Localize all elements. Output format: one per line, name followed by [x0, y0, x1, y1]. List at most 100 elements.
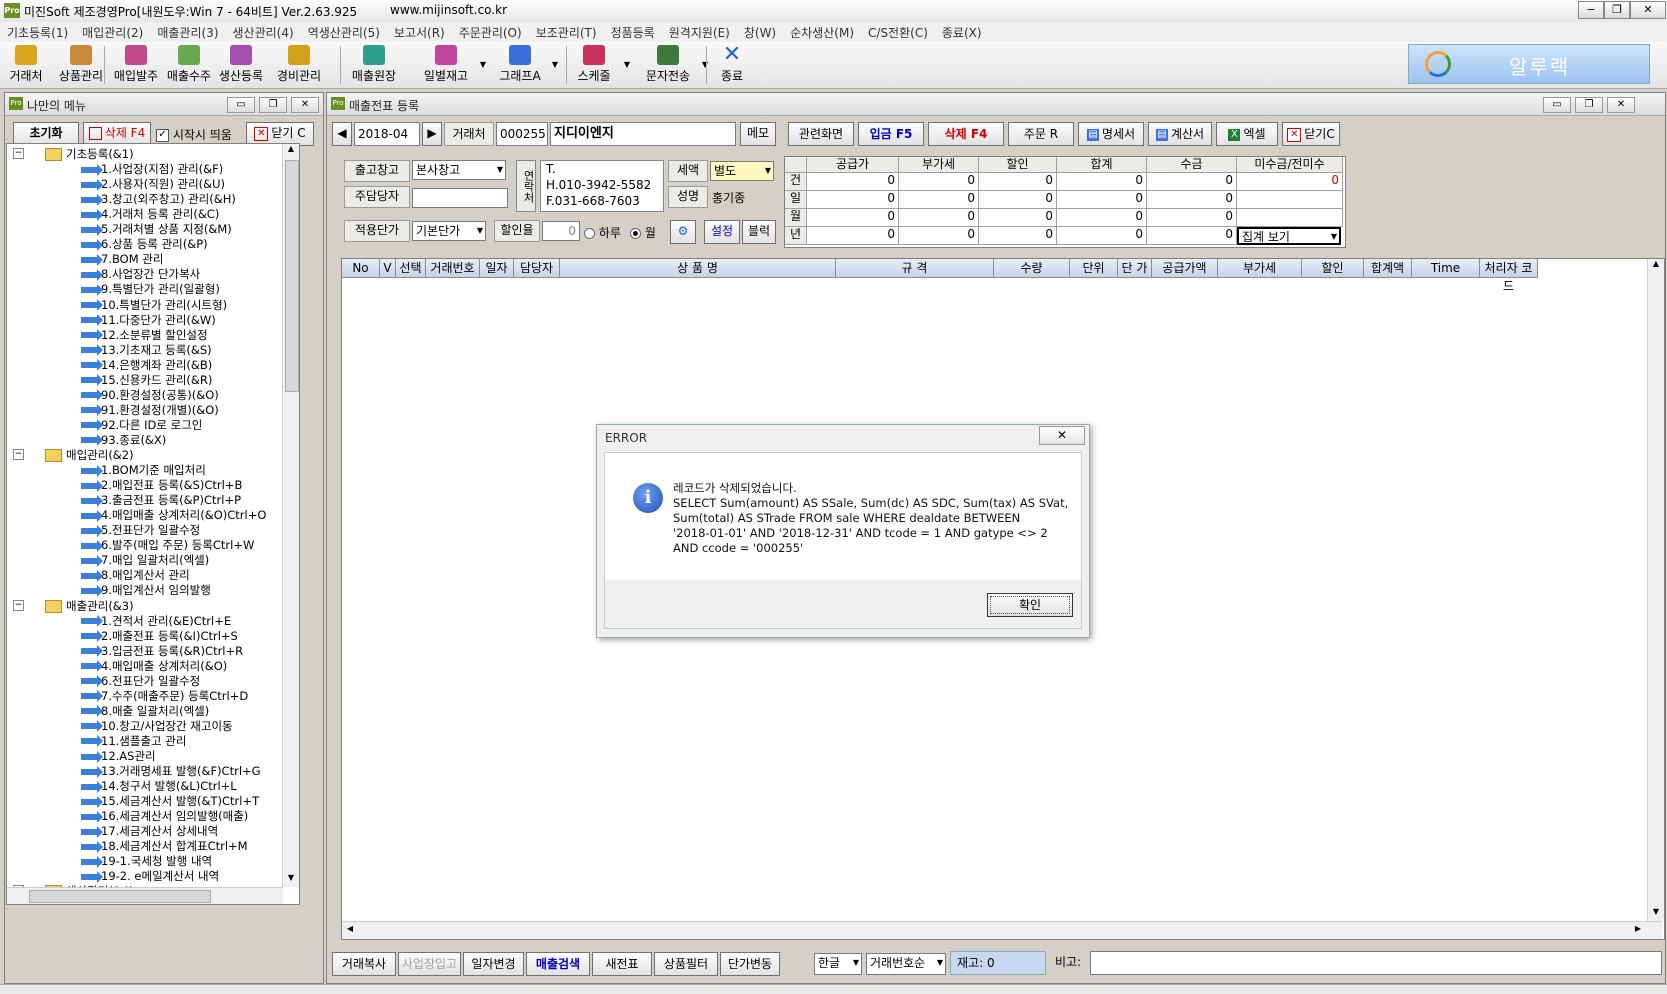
grid-scroll-right-icon[interactable]: ▶: [1632, 924, 1644, 936]
prev-month-button[interactable]: ◀: [332, 122, 352, 146]
radio-month[interactable]: 월: [630, 224, 656, 241]
tree-item[interactable]: 6.발주(매입 주문) 등록Ctrl+W: [81, 537, 254, 552]
tree-scroll-thumb[interactable]: [285, 160, 299, 392]
grid-header-cell[interactable]: 선택: [396, 259, 426, 278]
toolbar-button-exit-x[interactable]: ✕ 종료: [714, 44, 750, 86]
grid-header-cell[interactable]: 상 품 명: [560, 259, 836, 278]
tree-item[interactable]: 11.샘플출고 관리: [81, 733, 186, 748]
discount-field[interactable]: 0: [542, 221, 580, 241]
tree-item[interactable]: 2.사용자(직원) 관리(&U): [81, 176, 225, 191]
toolbar-button-sales-order[interactable]: 매출수주: [162, 44, 216, 86]
toolbar-button-gears[interactable]: 생산등록: [214, 44, 268, 86]
toolbar-button-box[interactable]: 상품관리: [52, 44, 110, 86]
tree-item[interactable]: 8.매입계산서 관리: [81, 567, 190, 582]
minimize-button[interactable]: −: [1578, 1, 1604, 19]
grid-header-cell[interactable]: 규 격: [836, 259, 994, 278]
tree-expander-icon[interactable]: −: [13, 449, 24, 460]
tree-item[interactable]: 2.매출전표 등록(&I)Ctrl+S: [81, 628, 238, 643]
tree-folder[interactable]: 매입관리(&2): [45, 447, 134, 462]
menu-item[interactable]: 종료(X): [935, 22, 989, 41]
tree-item[interactable]: 5.거래처별 상품 지정(&M): [81, 221, 232, 236]
grid-scroll-down-icon[interactable]: ▼: [1649, 907, 1663, 921]
action-button[interactable]: X 엑셀: [1216, 122, 1278, 146]
bottom-button[interactable]: 매출검색: [526, 952, 590, 976]
toolbar-button-people[interactable]: 거래처: [6, 44, 46, 86]
tree-item[interactable]: 1.견적서 관리(&E)Ctrl+E: [81, 613, 231, 628]
grid-vertical-scrollbar[interactable]: ▲ ▼: [1647, 259, 1664, 921]
summary-view-select[interactable]: 집계 보기: [1237, 227, 1341, 245]
dropdown-arrow-icon[interactable]: ▼: [552, 60, 558, 69]
tree-item[interactable]: 7.BOM 관리: [81, 251, 163, 266]
grid-header-cell[interactable]: Time: [1412, 259, 1480, 278]
toolbar-button-ledger[interactable]: 매출원장: [346, 44, 402, 86]
tree-folder[interactable]: 기초등록(&1): [45, 146, 134, 161]
tree-item[interactable]: 18.세금계산서 합계표Ctrl+M: [81, 838, 248, 853]
action-button[interactable]: 관련화면: [788, 122, 854, 146]
close-window-button[interactable]: ✕: [1630, 1, 1666, 19]
dialog-close-button[interactable]: ✕: [1039, 426, 1085, 445]
grid-horizontal-scrollbar[interactable]: ◀ ▶: [342, 921, 1662, 939]
date-field[interactable]: 2018-04: [354, 122, 420, 146]
tree-item[interactable]: 92.다른 ID로 로그인: [81, 417, 202, 432]
tree-item[interactable]: 4.거래처 등록 관리(&C): [81, 206, 219, 221]
tree-hscroll-thumb[interactable]: [29, 890, 211, 903]
tree-item[interactable]: 3.출금전표 등록(&P)Ctrl+P: [81, 492, 241, 507]
bottom-button[interactable]: 일자변경: [463, 952, 524, 976]
tree-item[interactable]: 8.매출 일괄처리(엑셀): [81, 703, 209, 718]
next-month-button[interactable]: ▶: [422, 122, 442, 146]
tree-vertical-scrollbar[interactable]: ▲ ▼: [282, 144, 299, 887]
tree-item[interactable]: 15.세금계산서 발행(&T)Ctrl+T: [81, 793, 259, 808]
calendar-settings-button[interactable]: ⚙: [670, 220, 696, 244]
bottom-button[interactable]: 새전표: [592, 952, 652, 976]
maximize-button[interactable]: ❐: [1604, 1, 1630, 19]
tree-item[interactable]: 9.특별단가 관리(일괄형): [81, 281, 220, 296]
tree-item[interactable]: 91.환경설정(개별)(&O): [81, 402, 219, 417]
toolbar-button-phone[interactable]: 문자전송 ▼: [640, 44, 708, 86]
grid-header-cell[interactable]: 담당자: [514, 259, 560, 278]
customer-code-field[interactable]: 000255: [496, 122, 548, 146]
grid-scroll-left-icon[interactable]: ◀: [344, 924, 356, 936]
action-button[interactable]: 입금 F5: [858, 122, 924, 146]
tree-item[interactable]: 10.창고/사업장간 재고이동: [81, 718, 233, 733]
menu-item[interactable]: 원격지원(E): [662, 22, 737, 41]
bottom-button[interactable]: 사업장입고: [398, 952, 461, 976]
tree-item[interactable]: 3.창고(외주창고) 관리(&H): [81, 191, 236, 206]
manager-field[interactable]: [412, 188, 508, 208]
grid-scroll-up-icon[interactable]: ▲: [1649, 259, 1663, 273]
tree-item[interactable]: 90.환경설정(공통)(&O): [81, 387, 219, 402]
slip-minimize-button[interactable]: ▭: [1543, 97, 1571, 113]
grid-header-cell[interactable]: 거래번호: [426, 259, 480, 278]
scroll-down-arrow-icon[interactable]: ▼: [284, 873, 298, 887]
tree-folder[interactable]: 매출관리(&3): [45, 598, 134, 613]
slip-restore-button[interactable]: ❐: [1575, 97, 1603, 113]
tree-item[interactable]: 13.기초재고 등록(&S): [81, 342, 212, 357]
toolbar-button-coins[interactable]: 경비관리: [272, 44, 326, 86]
tree-item[interactable]: 5.전표단가 일괄수정: [81, 522, 200, 537]
radio-day[interactable]: 하루: [584, 224, 621, 241]
bottom-button[interactable]: 단가변동: [720, 952, 780, 976]
action-button[interactable]: 주문 R: [1008, 122, 1074, 146]
action-button[interactable]: ✕ 닫기C: [1282, 122, 1340, 146]
sort-select[interactable]: 거래번호순: [866, 953, 946, 975]
memo-button[interactable]: 메모: [740, 122, 776, 146]
menu-item[interactable]: 매입관리(2): [75, 22, 150, 41]
tree-item[interactable]: 6.상품 등록 관리(&P): [81, 236, 208, 251]
menu-item[interactable]: 정품등록: [604, 22, 662, 41]
dialog-ok-button[interactable]: 확인: [987, 593, 1073, 617]
toolbar-button-purchase-order[interactable]: 매입발주: [110, 44, 162, 86]
menu-item[interactable]: 순차생산(M): [783, 22, 861, 41]
tree-item[interactable]: 13.거래명세표 발행(&F)Ctrl+G: [81, 763, 261, 778]
tree-item[interactable]: 19-1.국세청 발행 내역: [81, 853, 212, 868]
tree-item[interactable]: 1.사업장(지점) 관리(&F): [81, 161, 223, 176]
dropdown-arrow-icon[interactable]: ▼: [624, 60, 630, 69]
startup-checkbox[interactable]: ✓ 시작시 띄움: [156, 126, 232, 143]
grid-header-cell[interactable]: 할인: [1302, 259, 1364, 278]
customer-name-field[interactable]: 지디이엔지: [550, 122, 736, 146]
bottom-button[interactable]: 상품필터: [654, 952, 718, 976]
action-button[interactable]: 삭제 F4: [928, 122, 1004, 146]
action-button[interactable]: ▤ 명세서: [1078, 122, 1144, 146]
menu-item[interactable]: 생산관리(4): [226, 22, 301, 41]
panel-close-button[interactable]: ✕: [291, 97, 319, 113]
tree-expander-icon[interactable]: −: [13, 599, 24, 611]
grid-header-cell[interactable]: 공급가액: [1152, 259, 1218, 278]
